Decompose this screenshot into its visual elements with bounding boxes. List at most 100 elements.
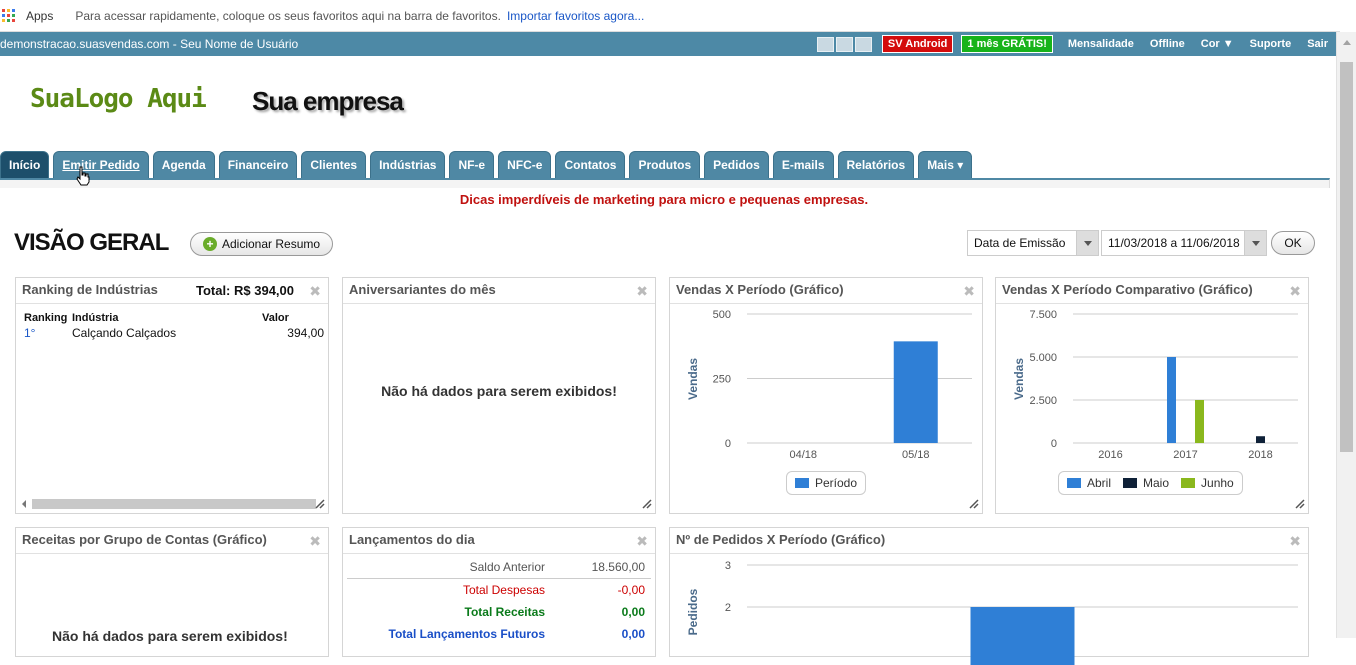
close-icon[interactable]: ✖ — [1289, 283, 1301, 300]
horizontal-scrollbar[interactable] — [20, 497, 328, 509]
y-tick-label: 3 — [725, 560, 731, 572]
tab-agenda[interactable]: Agenda — [152, 151, 215, 179]
y-tick-label: 2.500 — [1029, 395, 1057, 407]
page-scrollbar[interactable] — [1336, 32, 1356, 638]
tab-produtos[interactable]: Produtos — [629, 151, 701, 179]
y-tick-label: 5.000 — [1029, 352, 1057, 364]
tab-pedidos[interactable]: Pedidos — [704, 151, 769, 179]
table-row: 1° Calçando Calçados 394,00 — [24, 326, 328, 340]
entry-value: 0,00 — [621, 605, 645, 619]
tab-industrias[interactable]: Indústrias — [370, 151, 446, 179]
sales-comparative-chart-panel: Vendas X Período Comparativo (Gráfico) ✖… — [995, 277, 1309, 514]
entry-value: 18.560,00 — [591, 560, 645, 574]
chevron-down-icon[interactable] — [1244, 231, 1266, 255]
tab-relatorios[interactable]: Relatórios — [837, 151, 915, 179]
topbar-link-mensalidade[interactable]: Mensalidade — [1068, 38, 1134, 50]
close-icon[interactable]: ✖ — [309, 533, 321, 550]
free-month-button[interactable]: 1 mês GRÁTIS! — [961, 35, 1053, 53]
panel-title: Nº de Pedidos X Período (Gráfico) — [676, 532, 886, 547]
close-icon[interactable]: ✖ — [963, 283, 975, 300]
panel-title: Aniversariantes do mês — [349, 282, 496, 297]
panel-header[interactable]: Vendas X Período (Gráfico) ✖ — [670, 278, 982, 304]
ranking-position: 1° — [24, 326, 36, 340]
table-row: Total Despesas -0,00 — [347, 579, 651, 601]
industry-name: Calçando Calçados — [72, 326, 177, 340]
panel-title: Vendas X Período (Gráfico) — [676, 282, 844, 297]
sales-period-chart: Vendas 0 250 500 04/18 05/18 — [686, 309, 972, 461]
tab-emitir-pedido[interactable]: Emitir Pedido — [53, 151, 149, 179]
date-range-select[interactable]: 11/03/2018 a 11/06/2018 — [1101, 230, 1267, 256]
panel-header[interactable]: Receitas por Grupo de Contas (Gráfico) ✖ — [16, 528, 328, 554]
scroll-up-arrow-icon[interactable] — [1343, 40, 1351, 45]
resize-handle-icon[interactable] — [1295, 499, 1305, 509]
topbar-link-cor[interactable]: Cor ▼ — [1201, 38, 1234, 50]
panel-header[interactable]: Vendas X Período Comparativo (Gráfico) ✖ — [996, 278, 1308, 304]
scrollbar-thumb[interactable] — [32, 499, 316, 509]
ranking-total: Total: R$ 394,00 — [195, 283, 294, 298]
panel-title: Receitas por Grupo de Contas (Gráfico) — [22, 532, 267, 547]
tab-inicio[interactable]: Início — [0, 151, 50, 179]
tab-financeiro[interactable]: Financeiro — [218, 151, 298, 179]
topbar-link-sair[interactable]: Sair — [1307, 38, 1328, 50]
close-icon[interactable]: ✖ — [1289, 533, 1301, 550]
close-icon[interactable]: ✖ — [636, 533, 648, 550]
bar — [1167, 357, 1176, 443]
y-tick-label: 2 — [725, 602, 731, 614]
plus-icon: + — [203, 237, 217, 251]
topbar-link-offline[interactable]: Offline — [1150, 38, 1185, 50]
layout-left-icon[interactable] — [816, 36, 834, 52]
tab-clientes[interactable]: Clientes — [301, 151, 367, 179]
layout-top-icon[interactable] — [835, 36, 853, 52]
y-tick-label: 0 — [725, 438, 731, 450]
legend-label: Abril — [1087, 476, 1112, 490]
tab-nfe[interactable]: NF-e — [449, 151, 495, 179]
add-summary-button[interactable]: + Adicionar Resumo — [190, 232, 334, 256]
tab-mais[interactable]: Mais ▾ — [918, 151, 973, 179]
close-icon[interactable]: ✖ — [309, 283, 321, 300]
ok-button[interactable]: OK — [1271, 231, 1315, 255]
entry-label: Total Despesas — [462, 583, 545, 597]
sv-android-button[interactable]: SV Android — [881, 35, 954, 53]
table-row: Total Receitas 0,00 — [347, 601, 651, 623]
date-range-value: 11/03/2018 a 11/06/2018 — [1108, 236, 1240, 250]
bar — [1195, 400, 1204, 443]
scroll-left-arrow-icon[interactable] — [20, 498, 28, 510]
tab-emails[interactable]: E-mails — [772, 151, 834, 179]
y-tick-label: 250 — [713, 374, 731, 386]
birthdays-panel: Aniversariantes do mês ✖ Não há dados pa… — [342, 277, 656, 514]
panel-title: Ranking de Indústrias — [22, 282, 158, 297]
tab-nfce[interactable]: NFC-e — [498, 151, 552, 179]
layout-right-icon[interactable] — [854, 36, 872, 52]
x-tick-label: 2016 — [1098, 449, 1122, 461]
sales-comparative-chart: Vendas 0 2.500 5.000 7.500 2016 2017 2018 — [1012, 309, 1298, 461]
chevron-down-icon[interactable] — [1076, 231, 1098, 255]
panel-header[interactable]: Nº de Pedidos X Período (Gráfico) ✖ — [670, 528, 1308, 554]
tab-contatos[interactable]: Contatos — [555, 151, 626, 179]
main-tabs: Início Emitir Pedido Agenda Financeiro C… — [0, 151, 976, 179]
ranking-panel: Ranking de Indústrias Total: R$ 394,00 ✖… — [15, 277, 329, 514]
legend-label: Período — [815, 476, 858, 490]
ranking-table-header: Ranking Indústria Valor — [24, 312, 328, 324]
marketing-tip-link[interactable]: Dicas imperdíveis de marketing para micr… — [0, 192, 1328, 207]
resize-handle-icon[interactable] — [969, 499, 979, 509]
scrollbar-thumb[interactable] — [1340, 62, 1353, 452]
apps-grid-icon[interactable] — [2, 8, 16, 23]
legend-swatch — [1123, 478, 1138, 488]
date-type-select[interactable]: Data de Emissão — [967, 230, 1099, 256]
close-icon[interactable]: ✖ — [636, 283, 648, 300]
tab-underline — [0, 178, 1330, 188]
apps-link[interactable]: Apps — [26, 9, 53, 23]
bar — [1256, 436, 1265, 443]
resize-handle-icon[interactable] — [642, 499, 652, 509]
entry-value: 0,00 — [621, 627, 645, 641]
resize-handle-icon[interactable] — [315, 499, 325, 509]
import-bookmarks-link[interactable]: Importar favoritos agora... — [507, 9, 644, 23]
panel-header[interactable]: Lançamentos do dia ✖ — [343, 528, 655, 554]
x-tick-label: 04/18 — [789, 449, 817, 461]
company-name: Sua empresa — [252, 86, 404, 116]
entry-value: -0,00 — [617, 583, 645, 597]
panel-header[interactable]: Aniversariantes do mês ✖ — [343, 278, 655, 304]
panel-header[interactable]: Ranking de Indústrias Total: R$ 394,00 ✖ — [16, 278, 328, 304]
topbar-link-suporte[interactable]: Suporte — [1250, 38, 1292, 50]
x-tick-label: 2017 — [1173, 449, 1197, 461]
